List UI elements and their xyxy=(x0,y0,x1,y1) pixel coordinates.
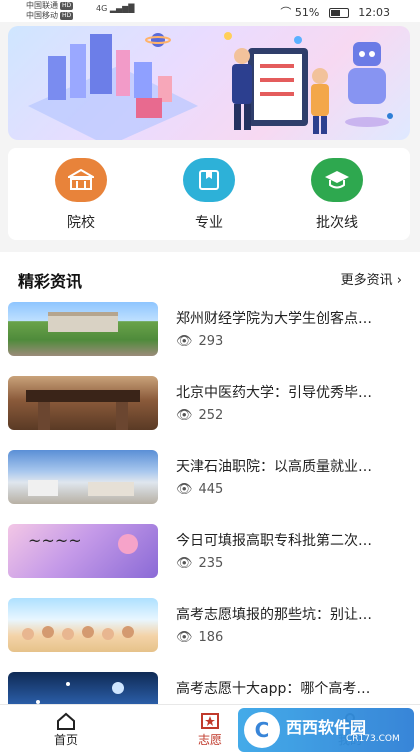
signal-icon: 4G ▂▄▆█ xyxy=(96,4,135,13)
status-bar: 中国联通 HD 中国移动 HD 4G ▂▄▆█ ⌒ 51% 12:03 xyxy=(0,0,420,22)
view-count: 👁 235 xyxy=(176,556,223,571)
battery-icon xyxy=(328,8,349,18)
quick-nav-label-major: 专业 xyxy=(195,215,223,231)
network-type: 4G xyxy=(96,4,108,13)
news-title: 高考志愿填报的那些坑：别让… xyxy=(176,607,372,623)
news-title: 今日可填报高职专科批第二次… xyxy=(176,533,372,549)
news-item[interactable]: ~~~~ 今日可填报高职专科批第二次… 👁 235 xyxy=(0,522,420,596)
news-thumbnail: ~~~~ xyxy=(8,524,158,578)
view-count-value: 293 xyxy=(198,334,224,349)
news-thumbnail xyxy=(8,450,158,504)
view-count: 👁 186 xyxy=(176,630,223,645)
news-title: 北京中医药大学：引导优秀毕… xyxy=(176,385,372,401)
tab-home-label: 首页 xyxy=(53,733,78,747)
view-count-value: 235 xyxy=(198,556,224,571)
view-count-value: 445 xyxy=(198,482,224,497)
news-title: 郑州财经学院为大学生创客点… xyxy=(176,311,372,327)
battery-time: ⌒ 51% 12:03 xyxy=(280,4,390,20)
svg-text:~~~~: ~~~~ xyxy=(28,531,82,550)
quick-nav-major[interactable]: 专业 xyxy=(154,158,264,232)
hd-badge-1: HD xyxy=(60,1,74,10)
news-item[interactable]: 高考志愿填报的那些坑：别让… 👁 186 xyxy=(0,596,420,670)
carrier-2: 中国移动 xyxy=(26,11,58,20)
graduation-cap-icon xyxy=(311,158,363,202)
view-count-value: 252 xyxy=(198,408,224,423)
news-thumbnail xyxy=(8,376,158,430)
promo-banner[interactable] xyxy=(8,26,410,140)
news-list: 郑州财经学院为大学生创客点… 👁 293 北京中医药大学：引导优秀毕… 👁 252 … xyxy=(0,300,420,744)
carrier-info: 中国联通 HD 中国移动 HD xyxy=(26,1,74,21)
more-news-link[interactable]: 更多资讯 › xyxy=(341,269,402,288)
home-icon xyxy=(26,711,106,731)
more-news-label: 更多资讯 xyxy=(340,273,393,288)
banner-illustration xyxy=(28,32,393,140)
news-item[interactable]: 天津石油职院：以高质量就业… 👁 445 xyxy=(0,448,420,522)
eye-icon: 👁 xyxy=(176,334,193,349)
quick-nav-school[interactable]: 院校 xyxy=(26,158,136,232)
school-icon xyxy=(55,158,107,202)
news-header: 精彩资讯 更多资讯 › xyxy=(18,268,402,292)
wifi-icon: ⌒ xyxy=(280,6,292,19)
eye-icon: 👁 xyxy=(176,630,193,645)
chevron-right-icon: › xyxy=(396,273,402,288)
quick-nav-batch-line[interactable]: 批次线 xyxy=(282,158,392,232)
news-thumbnail xyxy=(8,302,158,356)
watermark-subtext: CR173.COM xyxy=(346,734,400,744)
news-item[interactable]: 北京中医药大学：引导优秀毕… 👁 252 xyxy=(0,374,420,448)
watermark-logo: C xyxy=(244,712,280,748)
quick-nav-label-school: 院校 xyxy=(67,215,95,231)
news-section: 精彩资讯 更多资讯 › 郑州财经学院为大学生创客点… 👁 293 北京中医药大学：… xyxy=(0,252,420,726)
clock: 12:03 xyxy=(358,6,390,19)
eye-icon: 👁 xyxy=(176,408,193,423)
quick-nav: 院校 专业 批次线 xyxy=(8,148,410,240)
quick-nav-label-batch-line: 批次线 xyxy=(316,215,358,231)
news-item[interactable]: 郑州财经学院为大学生创客点… 👁 293 xyxy=(0,300,420,374)
view-count: 👁 445 xyxy=(176,482,223,497)
news-title: 高考志愿十大app：哪个高考… xyxy=(176,681,371,697)
news-thumbnail xyxy=(8,598,158,652)
news-title: 天津石油职院：以高质量就业… xyxy=(176,459,372,475)
view-count: 👁 293 xyxy=(176,334,223,349)
battery-percent: 51% xyxy=(294,6,320,19)
carrier-1: 中国联通 xyxy=(26,1,58,10)
eye-icon: 👁 xyxy=(176,482,193,497)
view-count-value: 186 xyxy=(198,630,224,645)
site-watermark: C 西西软件园 CR173.COM xyxy=(238,708,414,752)
eye-icon: 👁 xyxy=(176,556,193,571)
hd-badge-2: HD xyxy=(60,11,74,20)
book-icon xyxy=(183,158,235,202)
news-section-title: 精彩资讯 xyxy=(18,272,83,291)
view-count: 👁 252 xyxy=(176,408,223,423)
tab-home[interactable]: 首页 xyxy=(26,711,106,748)
